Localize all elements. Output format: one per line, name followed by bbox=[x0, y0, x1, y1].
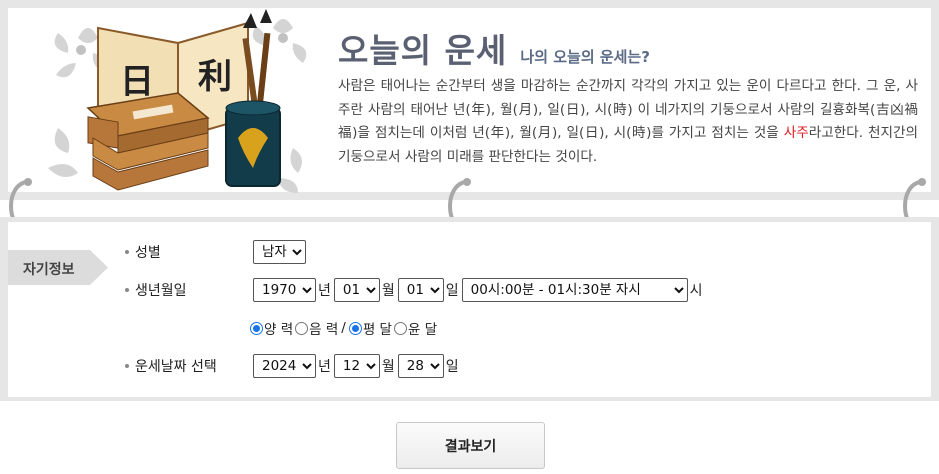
birth-year-select[interactable]: 1970 bbox=[253, 278, 316, 302]
fortune-year-unit: 년 bbox=[318, 359, 331, 375]
gender-label: 성별 bbox=[135, 245, 161, 261]
view-result-button[interactable]: 결과보기 bbox=[396, 422, 545, 469]
normal-month-radio[interactable] bbox=[348, 321, 362, 335]
self-info-tag-label: 자기정보 bbox=[23, 262, 75, 278]
bullet-icon bbox=[125, 288, 129, 292]
lunar-label: 음 력 bbox=[309, 322, 339, 338]
birth-day-unit: 일 bbox=[445, 283, 459, 299]
header-inner: 日 利 오늘의 운세 나의 오늘의 운세는? 사람은 태어나는 순간부터 생을 … bbox=[8, 8, 931, 193]
page-subtitle: 나의 오늘의 운세는? bbox=[520, 48, 650, 66]
fortune-date-label: 운세날짜 선택 bbox=[135, 359, 217, 375]
birth-row: 생년월일 1970 년 01 월 01 일 00시:00분 - 01시:30분 … bbox=[125, 278, 706, 302]
calendar-separator: / bbox=[341, 320, 346, 336]
fortune-month-select[interactable]: 12 bbox=[333, 354, 380, 378]
birth-time-select[interactable]: 00시:00분 - 01시:30분 자시 bbox=[461, 278, 688, 302]
normal-month-label: 평 달 bbox=[362, 322, 392, 338]
svg-text:利: 利 bbox=[198, 57, 232, 97]
leap-month-radio[interactable] bbox=[393, 321, 407, 335]
fortune-date-row: 운세날짜 선택 2024 년 12 월 28 일 bbox=[125, 354, 462, 378]
fortune-day-select[interactable]: 28 bbox=[397, 354, 444, 378]
desc-highlight: 사주 bbox=[783, 125, 809, 141]
fortune-book-illustration: 日 利 bbox=[48, 9, 307, 193]
bullet-icon bbox=[125, 364, 129, 368]
brush-pot-icon bbox=[225, 100, 281, 187]
birth-year-unit: 년 bbox=[318, 283, 331, 299]
self-info-tag: 자기정보 bbox=[8, 250, 108, 285]
solar-label: 양 력 bbox=[264, 322, 294, 338]
calendar-type-row: 양 력 음 력 / 평 달 윤 달 bbox=[250, 318, 437, 338]
birth-time-unit: 시 bbox=[689, 283, 703, 299]
gender-select[interactable]: 남자 bbox=[253, 240, 306, 264]
header-panel: 日 利 오늘의 운세 나의 오늘의 운세는? 사람은 태어나는 순간부터 생을 … bbox=[0, 0, 939, 200]
birth-month-unit: 월 bbox=[381, 283, 395, 299]
birth-day-select[interactable]: 01 bbox=[397, 278, 444, 302]
solar-radio[interactable] bbox=[250, 321, 263, 335]
fortune-year-select[interactable]: 2024 bbox=[253, 354, 316, 378]
fortune-month-unit: 월 bbox=[381, 359, 395, 375]
stacked-books-icon bbox=[86, 92, 210, 191]
bullet-icon bbox=[125, 250, 129, 254]
birth-month-select[interactable]: 01 bbox=[333, 278, 380, 302]
lunar-radio[interactable] bbox=[295, 321, 309, 335]
page-title: 오늘의 운세 bbox=[338, 31, 508, 70]
title-row: 오늘의 운세 나의 오늘의 운세는? bbox=[338, 24, 650, 72]
leap-month-label: 윤 달 bbox=[407, 322, 438, 338]
svg-text:日: 日 bbox=[120, 62, 154, 102]
gender-row: 성별 남자 bbox=[125, 240, 306, 264]
fortune-day-unit: 일 bbox=[445, 359, 459, 375]
description-text: 사람은 태어나는 순간부터 생을 마감하는 순간까지 각각의 가지고 있는 운이… bbox=[338, 75, 918, 169]
birth-label: 생년월일 bbox=[135, 283, 187, 299]
